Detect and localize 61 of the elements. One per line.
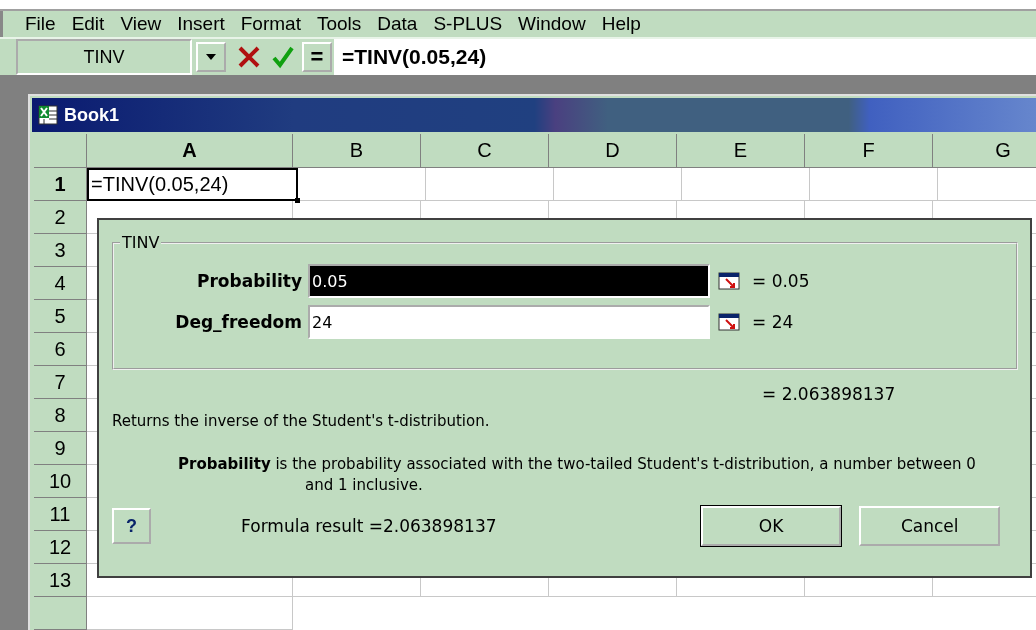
row-header[interactable] bbox=[34, 597, 87, 630]
row-header[interactable]: 4 bbox=[34, 267, 87, 300]
argument-label: Deg_freedom bbox=[174, 312, 303, 332]
sheet-cell[interactable] bbox=[810, 168, 938, 201]
menu-item[interactable]: Insert bbox=[177, 12, 225, 35]
row-header[interactable]: 9 bbox=[34, 432, 87, 465]
sheet-cell[interactable] bbox=[554, 168, 682, 201]
sheet-cell[interactable] bbox=[87, 597, 293, 630]
active-cell[interactable]: =TINV(0.05,24) bbox=[87, 168, 298, 201]
argument-result: = 24 bbox=[752, 312, 794, 332]
column-header[interactable]: A bbox=[87, 134, 293, 168]
sheet-cell[interactable] bbox=[426, 168, 554, 201]
dialog-button[interactable]: OK bbox=[700, 506, 842, 546]
menu-item[interactable]: Data bbox=[377, 12, 418, 35]
row-header[interactable]: 13 bbox=[34, 564, 87, 597]
menu-item[interactable]: Window bbox=[518, 12, 586, 35]
argument-field[interactable]: 0.05 bbox=[308, 264, 710, 298]
column-header[interactable]: C bbox=[421, 134, 549, 168]
column-header[interactable]: G bbox=[933, 134, 1036, 168]
row-header[interactable]: 8 bbox=[34, 399, 87, 432]
window-title: Book1 bbox=[64, 104, 119, 126]
dialog-button[interactable]: Cancel bbox=[859, 506, 1000, 546]
menu-item[interactable]: Tools bbox=[316, 12, 362, 35]
spreadsheet-icon bbox=[38, 105, 58, 125]
argument-field[interactable]: 24 bbox=[308, 305, 710, 339]
row-header[interactable]: 10 bbox=[34, 465, 87, 498]
formula-field[interactable]: =TINV(0.05,24) bbox=[334, 39, 1036, 75]
function-description: Returns the inverse of the Student's t-distribution. bbox=[112, 412, 491, 430]
caret-icon bbox=[205, 53, 217, 61]
menu-item[interactable]: View bbox=[120, 12, 162, 35]
column-header[interactable]: F bbox=[805, 134, 933, 168]
menu-item[interactable]: Help bbox=[601, 12, 641, 35]
formula-result: Formula result =2.063898137 bbox=[241, 516, 498, 536]
argument-label: Probability bbox=[195, 271, 303, 291]
name-box[interactable]: TINV bbox=[16, 39, 192, 75]
function-result: = 2.063898137 bbox=[762, 384, 897, 404]
menu-item[interactable]: Edit bbox=[71, 12, 105, 35]
select-all-corner[interactable] bbox=[34, 134, 87, 168]
column-header[interactable]: B bbox=[293, 134, 421, 168]
menu-item[interactable]: Format bbox=[240, 12, 301, 35]
help-button[interactable]: ? bbox=[112, 508, 152, 544]
row-header[interactable]: 6 bbox=[34, 333, 87, 366]
equals-button[interactable]: = bbox=[302, 42, 332, 72]
column-header[interactable]: D bbox=[549, 134, 677, 168]
argument-result: = 0.05 bbox=[752, 271, 810, 291]
sheet-cell[interactable] bbox=[298, 168, 426, 201]
row-header[interactable]: 12 bbox=[34, 531, 87, 564]
column-header[interactable]: E bbox=[677, 134, 805, 168]
menu-item[interactable]: S-PLUS bbox=[433, 12, 503, 35]
row-header[interactable]: 2 bbox=[34, 201, 87, 234]
row-header[interactable]: 7 bbox=[34, 366, 87, 399]
row-header[interactable]: 11 bbox=[34, 498, 87, 531]
row-header[interactable]: 3 bbox=[34, 234, 87, 267]
argument-description: Probability is the probability associated with the two-tailed Student's t-distribution, a number between 0 and 1 inclusive. bbox=[178, 454, 977, 496]
sheet-cell[interactable] bbox=[682, 168, 810, 201]
row-header[interactable]: 5 bbox=[34, 300, 87, 333]
row-header[interactable]: 1 bbox=[34, 168, 87, 201]
check-icon[interactable] bbox=[271, 45, 295, 69]
menu-item[interactable]: File bbox=[25, 12, 56, 35]
cancel-icon[interactable] bbox=[237, 45, 261, 69]
name-box-dropdown[interactable] bbox=[196, 42, 226, 72]
